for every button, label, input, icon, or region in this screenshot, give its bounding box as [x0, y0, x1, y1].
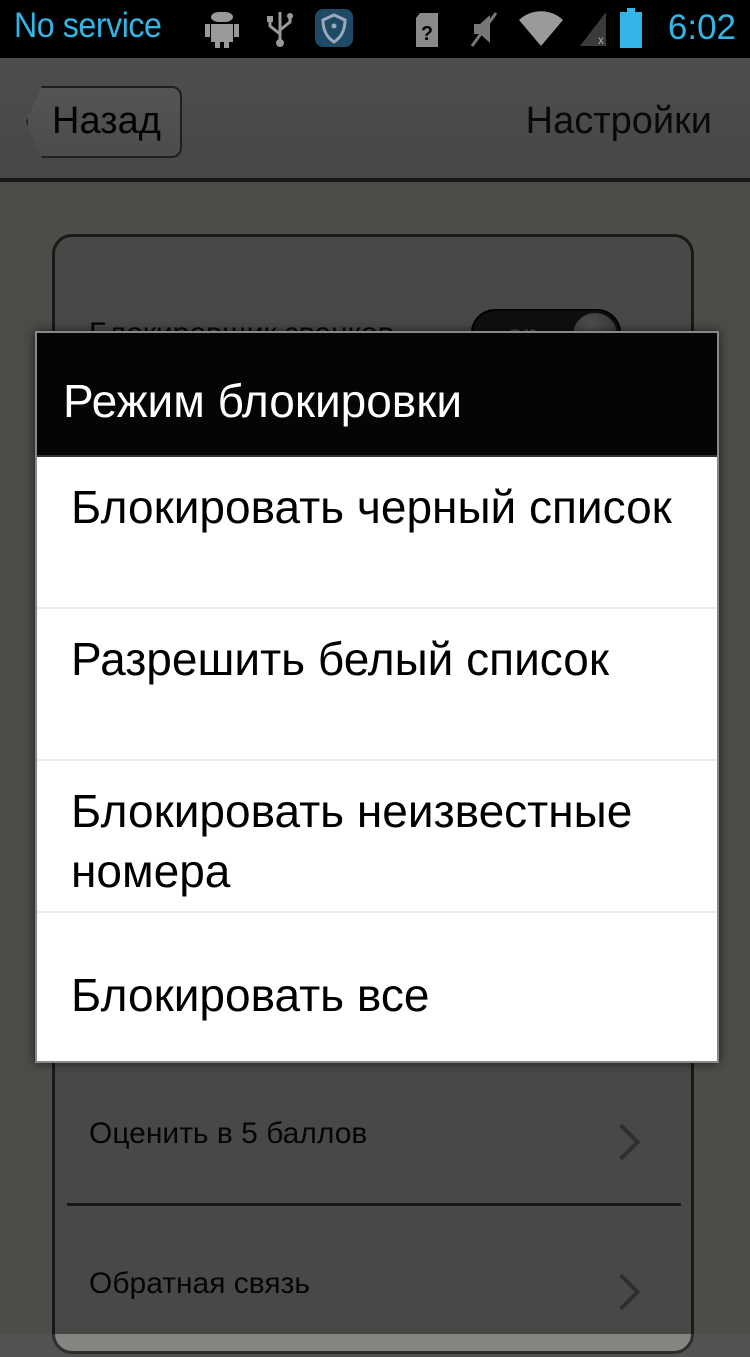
clock: 6:02 — [667, 8, 736, 47]
svg-text:x: x — [598, 33, 604, 47]
block-mode-dialog: Режим блокировки Блокировать черный спис… — [35, 331, 719, 1063]
usb-icon — [266, 10, 294, 53]
option-block-blacklist[interactable]: Блокировать черный список — [37, 457, 717, 609]
shield-app-icon — [314, 8, 354, 53]
option-allow-whitelist[interactable]: Разрешить белый список — [37, 609, 717, 761]
carrier-label: No service — [14, 6, 162, 45]
sim-unknown-icon: ? — [414, 10, 440, 53]
option-block-unknown[interactable]: Блокировать неизвестные номера — [37, 761, 717, 913]
wifi-icon — [518, 10, 564, 53]
battery-icon — [620, 8, 642, 53]
dialog-title: Режим блокировки — [37, 333, 717, 457]
svg-text:?: ? — [421, 23, 433, 45]
status-bar: No service ? x 6:02 — [0, 0, 750, 58]
mute-icon — [468, 10, 500, 53]
option-block-all[interactable]: Блокировать все — [37, 913, 717, 1065]
signal-none-icon: x — [578, 10, 608, 53]
android-debug-icon — [205, 10, 239, 53]
